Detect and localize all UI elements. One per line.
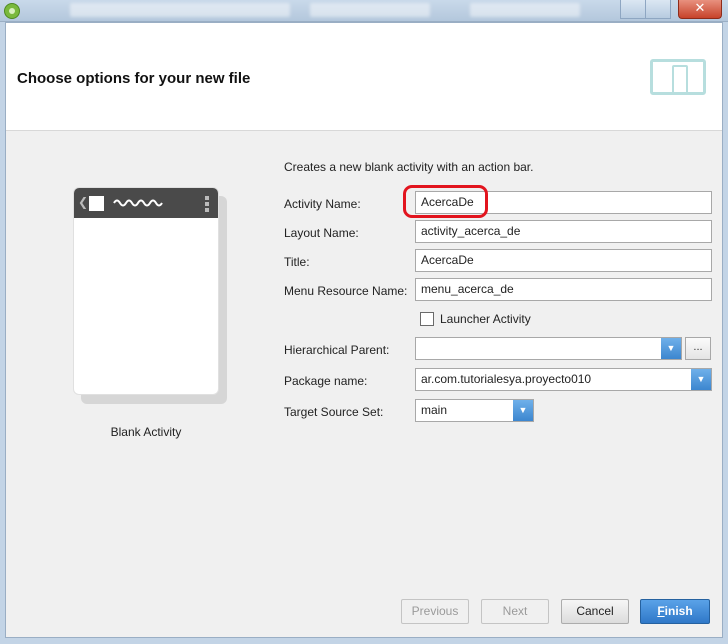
layout-name-field[interactable]: activity_acerca_de: [415, 220, 712, 243]
cancel-button[interactable]: Cancel: [561, 599, 629, 624]
blurred-background: [70, 3, 290, 17]
annotation-highlight: [403, 185, 488, 218]
target-source-set-value: main: [421, 403, 448, 417]
preview-action-bar: ❮: [74, 188, 218, 218]
close-button[interactable]: ✕: [678, 0, 722, 19]
window-frame: [0, 638, 728, 644]
package-name-label: Package name:: [284, 374, 368, 388]
package-name-combo[interactable]: ar.com.tutorialesya.proyecto010 ▼: [415, 368, 712, 391]
finish-label: inish: [664, 604, 693, 618]
chevron-down-icon[interactable]: ▼: [691, 369, 711, 390]
blurred-background: [310, 3, 430, 17]
launcher-activity-label[interactable]: Launcher Activity: [440, 312, 531, 326]
chevron-down-icon[interactable]: ▼: [661, 338, 681, 359]
previous-button[interactable]: Previous: [401, 599, 469, 624]
blurred-background: [470, 3, 580, 17]
android-studio-icon: [4, 3, 20, 19]
target-source-set-combo[interactable]: main ▼: [415, 399, 534, 422]
window-frame: [723, 22, 728, 644]
title-field[interactable]: AcercaDe: [415, 249, 712, 272]
launcher-activity-checkbox[interactable]: [420, 312, 434, 326]
layout-name-label: Layout Name:: [284, 226, 359, 240]
template-name: Blank Activity: [110, 425, 182, 439]
title-squiggle-icon: [113, 199, 163, 207]
next-button[interactable]: Next: [481, 599, 549, 624]
menu-resource-name-label: Menu Resource Name:: [284, 284, 408, 298]
activity-name-label: Activity Name:: [284, 197, 361, 211]
new-file-dialog: Choose options for your new file ❮ Blank…: [5, 22, 723, 638]
hierarchical-parent-label: Hierarchical Parent:: [284, 343, 390, 357]
activity-preview: ❮: [73, 187, 219, 395]
window-titlebar: ✕: [0, 0, 728, 22]
app-logo-icon: [89, 196, 104, 211]
overflow-menu-icon: [205, 196, 209, 212]
browse-button[interactable]: ...: [685, 337, 711, 360]
back-chevron-icon: ❮: [78, 195, 89, 209]
menu-resource-name-field[interactable]: menu_acerca_de: [415, 278, 712, 301]
chevron-down-icon[interactable]: ▼: [513, 400, 533, 421]
hierarchical-parent-combo[interactable]: ▼: [415, 337, 682, 360]
finish-mnemonic: F: [657, 604, 665, 618]
template-description: Creates a new blank activity with an act…: [284, 160, 534, 174]
minimize-button[interactable]: [620, 0, 646, 19]
finish-button[interactable]: Finish: [640, 599, 710, 624]
device-icon: [650, 59, 706, 95]
title-label: Title:: [284, 255, 310, 269]
dialog-header: Choose options for your new file: [6, 23, 722, 131]
maximize-button[interactable]: [645, 0, 671, 19]
target-source-set-label: Target Source Set:: [284, 405, 384, 419]
package-name-value: ar.com.tutorialesya.proyecto010: [421, 372, 592, 386]
page-title: Choose options for your new file: [17, 70, 251, 87]
